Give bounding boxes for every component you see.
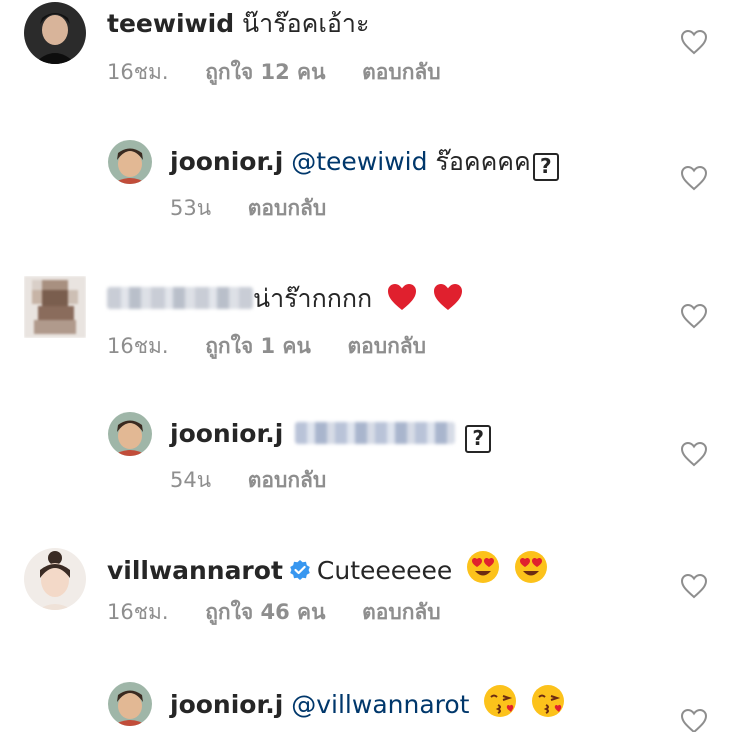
blurred-mention: [295, 422, 456, 444]
reply-item: joonior.j @teewiwid ร๊อคคคค? 53น ตอบกลับ: [0, 136, 750, 236]
missing-glyph: ?: [465, 425, 492, 453]
comment-line: joonior.j @villwannarot: [170, 684, 565, 721]
comment-meta: 16ชม. ถูกใจ 46 คน ตอบกลับ: [107, 598, 471, 626]
comment-line: joonior.j @teewiwid ร๊อคคคค?: [170, 146, 559, 181]
username[interactable]: joonior.j: [170, 147, 283, 176]
heart-outline-icon[interactable]: [680, 573, 708, 599]
blurred-username: [107, 287, 253, 309]
username[interactable]: joonior.j: [170, 690, 283, 719]
avatar[interactable]: [24, 548, 86, 610]
reply-item: joonior.j ? 54น ตอบกลับ: [0, 410, 750, 510]
comment-line: joonior.j ?: [170, 418, 492, 453]
kissing-emoji: [484, 685, 517, 717]
comment-line: villwannarot Cuteeeeee: [107, 550, 548, 587]
reply-button[interactable]: ตอบกลับ: [362, 600, 441, 624]
comment-line: น่าร๊ากกกก: [107, 282, 464, 315]
username[interactable]: teewiwid: [107, 9, 234, 38]
timestamp: 16ชม.: [107, 60, 169, 84]
heart-outline-icon[interactable]: [680, 441, 708, 467]
likes-count[interactable]: ถูกใจ 1 คน: [205, 334, 311, 358]
comment-meta: 16ชม. ถูกใจ 12 คน ตอบกลับ: [107, 58, 471, 86]
heart-outline-icon[interactable]: [680, 29, 708, 55]
heart-emoji: [388, 284, 417, 310]
reply-button[interactable]: ตอบกลับ: [348, 334, 427, 358]
timestamp: 16ชม.: [107, 334, 169, 358]
avatar[interactable]: [108, 140, 152, 184]
verified-badge-icon: [290, 560, 310, 580]
comment-item: น่าร๊ากกกก 16ชม. ถูกใจ 1 คน ตอบกลับ: [0, 270, 750, 370]
heart-outline-icon[interactable]: [680, 303, 708, 329]
likes-count[interactable]: ถูกใจ 12 คน: [205, 60, 325, 84]
comment-item: teewiwid น๊าร๊อคเอ้าะ 16ชม. ถูกใจ 12 คน …: [0, 0, 750, 100]
avatar[interactable]: [24, 276, 86, 338]
comment-meta: 54น ตอบกลับ: [170, 466, 356, 494]
kissing-emoji: [532, 685, 565, 717]
mention-link[interactable]: @villwannarot: [291, 690, 469, 719]
mention-link[interactable]: @teewiwid: [291, 147, 427, 176]
avatar[interactable]: [24, 2, 86, 64]
comment-meta: 53น ตอบกลับ: [170, 194, 356, 222]
comment-text: น่าร๊ากกกก: [253, 284, 373, 313]
timestamp: 53น: [170, 196, 212, 220]
reply-button[interactable]: ตอบกลับ: [362, 60, 441, 84]
heart-emoji: [434, 284, 463, 310]
reply-button[interactable]: ตอบกลับ: [248, 468, 327, 492]
timestamp: 16ชม.: [107, 600, 169, 624]
heart-eyes-emoji: [467, 551, 500, 583]
avatar[interactable]: [108, 682, 152, 726]
reply-item: joonior.j @villwannarot: [0, 680, 750, 732]
comment-meta: 16ชม. ถูกใจ 1 คน ตอบกลับ: [107, 332, 456, 360]
comment-item: villwannarot Cuteeeeee 16ชม. ถูกใจ 46 คน…: [0, 544, 750, 644]
comment-line: teewiwid น๊าร๊อคเอ้าะ: [107, 8, 369, 40]
heart-eyes-emoji: [515, 551, 548, 583]
missing-glyph: ?: [532, 153, 559, 181]
comment-text: น๊าร๊อคเอ้าะ: [242, 9, 370, 38]
timestamp: 54น: [170, 468, 212, 492]
likes-count[interactable]: ถูกใจ 46 คน: [205, 600, 325, 624]
username[interactable]: villwannarot: [107, 556, 283, 585]
username[interactable]: joonior.j: [170, 419, 283, 448]
comment-text: ร๊อคคคค: [435, 147, 531, 176]
avatar[interactable]: [108, 412, 152, 456]
reply-button[interactable]: ตอบกลับ: [248, 196, 327, 220]
heart-outline-icon[interactable]: [680, 165, 708, 191]
heart-outline-icon[interactable]: [680, 708, 708, 732]
comment-text: Cuteeeeee: [316, 556, 453, 585]
